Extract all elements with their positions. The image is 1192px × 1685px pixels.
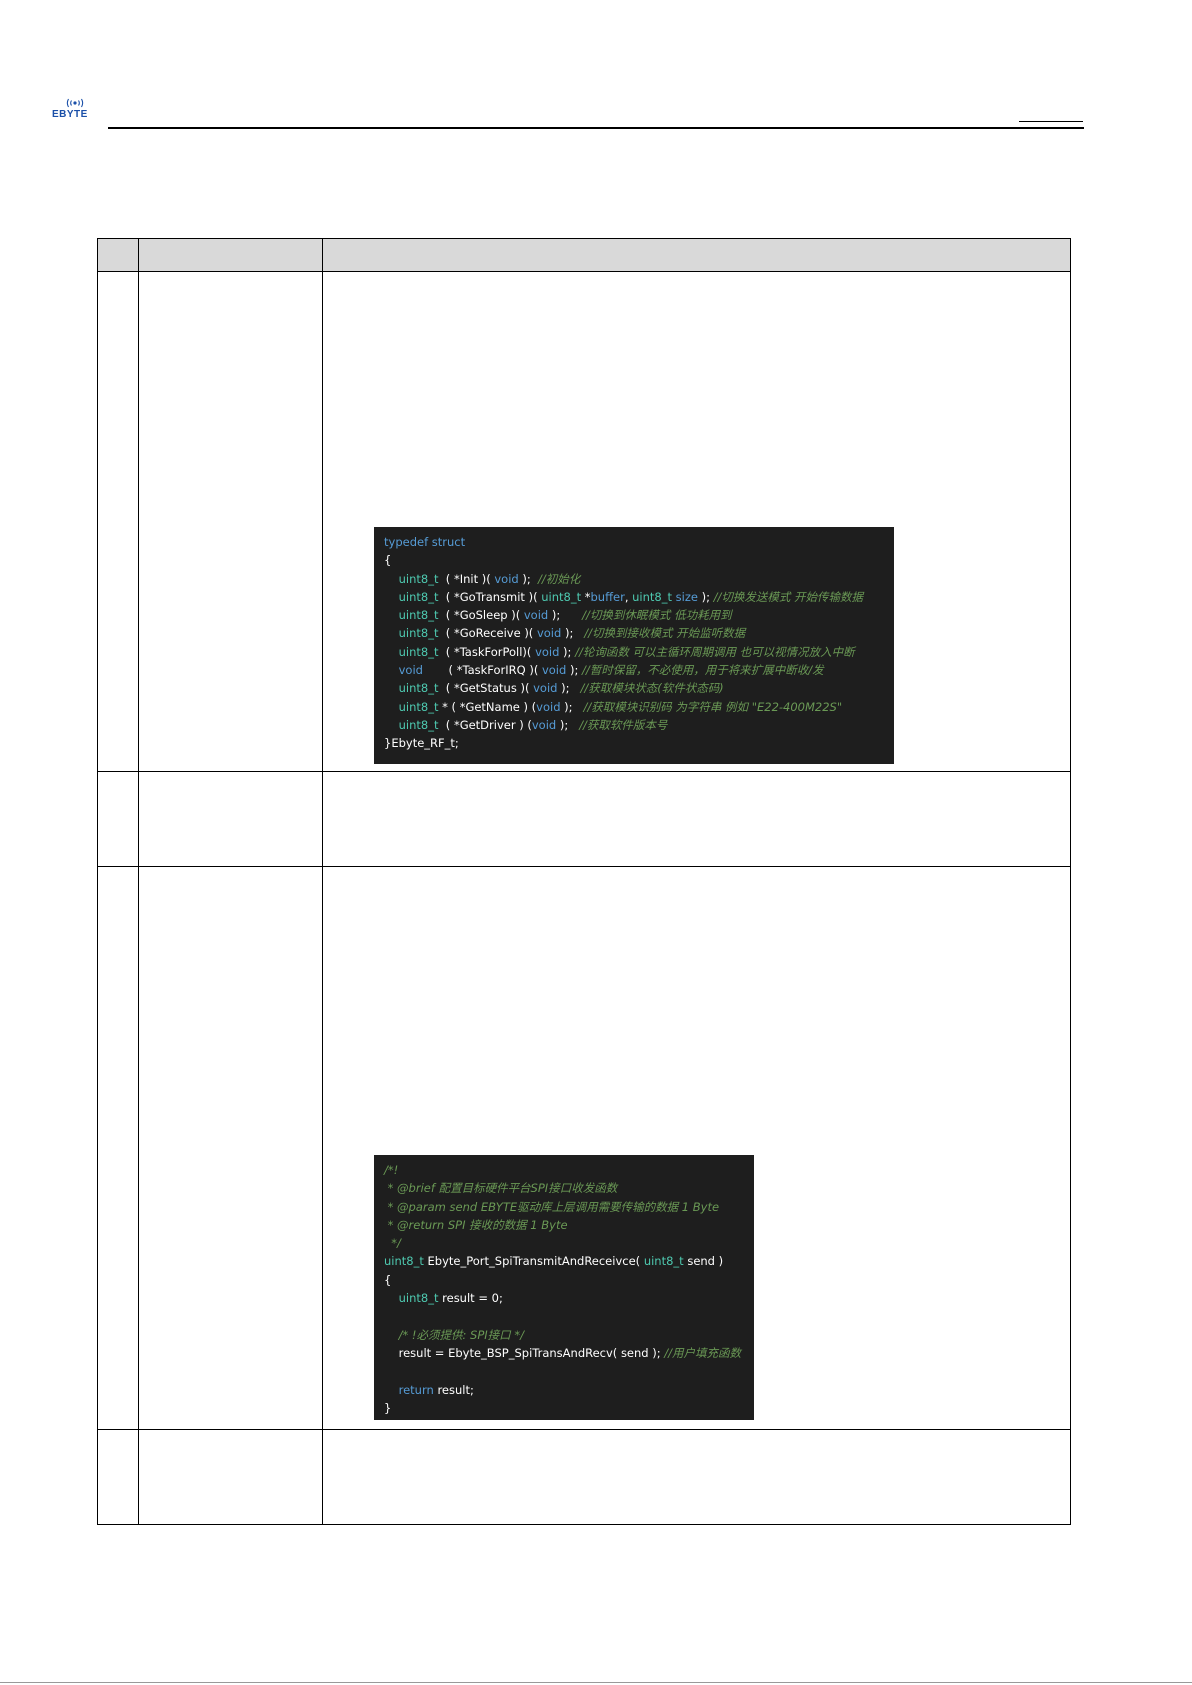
code-line: */ <box>384 1236 401 1251</box>
table-row <box>96 771 1071 867</box>
row1-name-cell <box>138 271 324 772</box>
header-page-tick <box>1019 121 1083 122</box>
header-cell-index <box>96 238 140 272</box>
row4-description-cell <box>322 1429 1071 1525</box>
ebyte-logo: EBYTE <box>52 96 96 124</box>
code-line: /* !必须提供: SPI接口 */ <box>398 1327 524 1342</box>
code-line: uint8_t result = 0; <box>398 1291 503 1306</box>
code-line: uint8_t ( *TaskForPoll)( void ); //轮询函数 … <box>398 644 855 659</box>
header-cell-name <box>138 238 324 272</box>
row2-index-cell <box>96 771 140 867</box>
table-row <box>96 1429 1071 1525</box>
code-line: uint8_t ( *Init )( void ); //初始化 <box>398 571 581 586</box>
code-line: * @param send EBYTE驱动库上层调用需要传输的数据 1 Byte <box>384 1199 720 1214</box>
row3-name-cell <box>138 866 324 1430</box>
code-line: { <box>384 1272 392 1287</box>
header-cell-description <box>322 238 1071 272</box>
code-line: uint8_t ( *GetDriver ) (void ); //获取软件版本… <box>398 717 668 732</box>
code-line: /*! <box>384 1163 399 1177</box>
signal-waves-icon <box>66 98 84 108</box>
code-line: uint8_t ( *GetStatus )( void ); //获取模块状态… <box>398 681 724 696</box>
code-line: { <box>384 553 392 568</box>
code-line: * @return SPI 接收的数据 1 Byte <box>384 1217 568 1232</box>
code-line: uint8_t ( *GoTransmit )( uint8_t *buffer… <box>398 589 864 604</box>
code-line: uint8_t * ( *GetName ) (void ); //获取模块识别… <box>398 699 843 714</box>
code-line: }Ebyte_RF_t; <box>384 736 459 751</box>
row2-name-cell <box>138 771 324 867</box>
code-line: * @brief 配置目标硬件平台SPI接口收发函数 <box>384 1181 618 1196</box>
code-line: uint8_t Ebyte_Port_SpiTransmitAndReceivc… <box>384 1254 724 1269</box>
code-line: void ( *TaskForIRQ )( void ); //暂时保留，不必使… <box>398 663 824 678</box>
table-header-row <box>96 238 1071 272</box>
logo-text: EBYTE <box>52 109 88 120</box>
row1-index-cell <box>96 271 140 772</box>
code-line: } <box>384 1400 392 1415</box>
row3-index-cell <box>96 866 140 1430</box>
header-rule <box>108 127 1084 129</box>
row4-index-cell <box>96 1429 140 1525</box>
code-block-spi-transmit-function: /*! * @brief 配置目标硬件平台SPI接口收发函数 * @param … <box>374 1155 754 1420</box>
footer-rule <box>0 1682 1192 1683</box>
code-line: result = Ebyte_BSP_SpiTransAndRecv( send… <box>384 1345 742 1360</box>
code-line: uint8_t ( *GoSleep )( void ); //切换到休眠模式 … <box>398 608 732 623</box>
row4-name-cell <box>138 1429 324 1525</box>
code-line: return result; <box>398 1382 474 1397</box>
code-line: uint8_t ( *GoReceive )( void ); //切换到接收模… <box>398 626 746 641</box>
row2-description-cell <box>322 771 1071 867</box>
code-line: typedef struct <box>384 535 466 549</box>
code-block-ebyte-rf-struct: typedef struct { uint8_t ( *Init )( void … <box>374 527 894 764</box>
